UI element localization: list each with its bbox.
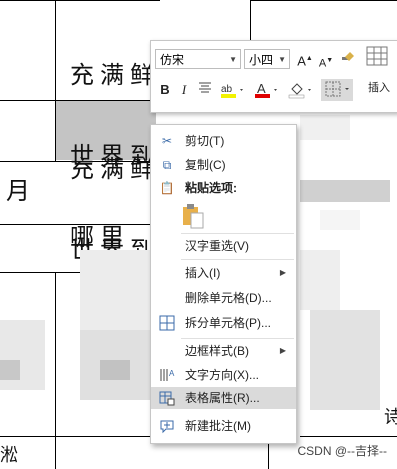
font-size-value: 小四 [249,53,274,67]
blurred-content [100,360,130,380]
menu-item-paste-options: 📋 粘贴选项: [151,177,296,199]
mini-toolbar: 仿宋 ▼ 小四 ▼ A▲ A▼ 插入 B I ab A [150,40,397,113]
font-color-icon: A [255,81,277,98]
menu-item-label: 文字方向(X)... [185,368,259,382]
split-cells-icon [159,315,175,331]
blurred-content [300,115,350,140]
menu-item-label: 粘贴选项: [185,181,237,195]
highlighter-icon: ab [221,84,243,98]
shrink-font-button[interactable]: A▼ [317,52,335,73]
menu-item-label: 拆分单元格(P)... [185,316,271,330]
menu-item-label: 剪切(T) [185,134,225,148]
align-center-icon [199,82,211,93]
chevron-right-icon: ▶ [279,346,286,355]
borders-icon [325,81,349,97]
menu-item-border-styles[interactable]: 边框样式(B) ▶ [151,340,296,362]
format-painter-button[interactable] [339,50,357,71]
menu-item-label: 边框样式(B) [185,344,249,358]
paste-keep-formatting-icon [183,204,204,229]
borders-button[interactable] [321,79,353,101]
bold-button[interactable]: B [157,81,173,99]
menu-item-new-comment[interactable]: 新建批注(M) [151,415,296,437]
menu-item-cut[interactable]: ✂ 剪切(T) [151,130,296,152]
italic-button[interactable]: I [177,81,191,99]
blurred-content [80,250,150,330]
menu-item-label: 插入(I) [185,266,221,280]
align-center-button[interactable] [197,81,213,100]
paint-bucket-icon [288,83,311,99]
svg-text:A: A [257,81,266,96]
highlight-color-button[interactable]: ab [219,81,247,104]
blurred-content [0,360,20,380]
copy-icon: ⧉ [162,158,172,172]
scissors-icon: ✂ [161,134,173,148]
table-style-button[interactable] [363,46,391,70]
svg-text:ab: ab [221,84,233,95]
menu-item-reconvert[interactable]: 汉字重选(V) [151,235,296,257]
watermark: CSDN @--吉择-- [297,444,387,458]
menu-item-label: 新建批注(M) [185,419,251,433]
chevron-down-icon: ▼ [278,55,286,64]
font-size-combo[interactable]: 小四 ▼ [244,49,290,69]
format-painter-icon [342,52,354,61]
menu-item-table-properties[interactable]: 表格属性(R)... [151,387,296,409]
blurred-content [310,310,380,410]
font-name-value: 仿宋 [160,53,185,67]
table-grid-icon [366,46,388,66]
menu-item-insert[interactable]: 插入(I) ▶ [151,262,296,284]
menu-item-text-direction[interactable]: A 文字方向(X)... [151,364,296,386]
menu-item-label: 删除单元格(D)... [185,291,272,305]
shading-button[interactable] [287,81,315,104]
blurred-content [300,180,390,202]
new-comment-icon [159,418,175,434]
edge-text-right: 诗 [384,404,397,431]
blurred-content [300,250,340,310]
menu-item-label: 汉字重选(V) [185,239,249,253]
edge-text-left: 淞 [0,445,24,466]
menu-item-split-cells[interactable]: 拆分单元格(P)... [151,312,296,334]
svg-text:A: A [169,369,175,378]
menu-item-copy[interactable]: ⧉ 复制(C) [151,154,296,176]
font-name-combo[interactable]: 仿宋 ▼ [155,49,241,69]
paste-keep-format-button[interactable] [181,203,207,229]
insert-label[interactable]: 插入 [365,79,393,97]
grow-font-button[interactable]: A▲ [296,50,314,70]
menu-item-label: 复制(C) [185,158,226,172]
menu-item-delete-cells[interactable]: 删除单元格(D)... [151,287,296,309]
side-cell-text[interactable]: 月 [6,178,36,205]
font-color-button[interactable]: A [253,81,281,104]
chevron-right-icon: ▶ [279,268,286,277]
blurred-content [320,210,360,230]
table-properties-icon [159,390,175,406]
context-menu: ✂ 剪切(T) ⧉ 复制(C) 📋 粘贴选项: 汉字重选(V) 插入(I) ▶ … [150,124,297,444]
menu-item-label: 表格属性(R)... [185,391,260,405]
chevron-down-icon: ▼ [229,55,237,64]
paste-icon: 📋 [159,181,175,195]
text-direction-icon: A [159,367,175,383]
